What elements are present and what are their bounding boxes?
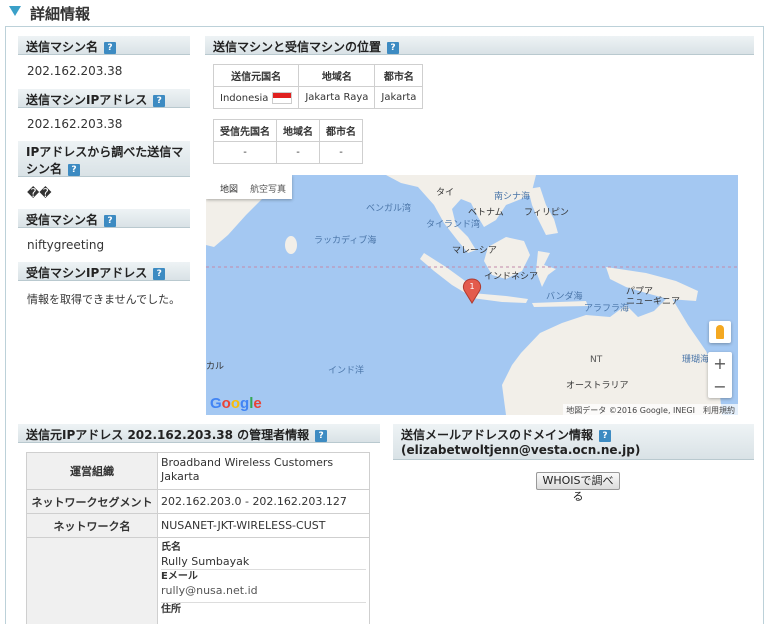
admin-header: 送信元IPアドレス 202.162.203.38 の管理者情報? — [18, 424, 380, 443]
map-label-papua: パプア ニューギニア — [626, 287, 681, 307]
zoom-control: + − — [708, 352, 732, 398]
netname-label: ネットワーク名 — [26, 513, 158, 538]
sender-country-header: 送信元国名 — [212, 64, 300, 87]
receiver-country: - — [213, 141, 277, 164]
sender-city-header: 都市名 — [374, 64, 424, 87]
sender-name-value: 202.162.203.38 — [27, 64, 123, 78]
help-icon[interactable]: ? — [68, 163, 81, 176]
help-icon[interactable]: ? — [153, 267, 166, 280]
map-type-tabs: 地図 航空写真 — [206, 175, 292, 199]
map-label-australia: オーストラリア — [566, 381, 629, 391]
receiver-city: - — [319, 141, 363, 164]
org-label: 運営組織 — [26, 452, 158, 490]
receiver-region-header: 地域名 — [276, 119, 320, 142]
help-icon[interactable]: ? — [153, 94, 166, 107]
map-label-coral: 珊瑚海 — [682, 355, 710, 365]
help-icon[interactable]: ? — [104, 41, 117, 54]
org-value: Broadband Wireless Customers Jakarta — [157, 452, 370, 490]
map-label-nt: NT — [590, 355, 603, 365]
map-label-malaysia: マレーシア — [452, 246, 497, 256]
receiver-name-header: 受信マシン名? — [18, 209, 190, 228]
sender-city: Jakarta — [374, 86, 424, 109]
contact-address-label: 住所 — [161, 602, 366, 617]
sender-ip-value: 202.162.203.38 — [27, 117, 123, 131]
map-label-laccadive: ラッカディブ海 — [314, 236, 377, 246]
sender-region-header: 地域名 — [298, 64, 376, 87]
sender-country: Indonesia — [220, 92, 269, 104]
receiver-name-value: niftygreeting — [27, 238, 105, 252]
zoom-out-button[interactable]: − — [708, 375, 732, 398]
google-logo: Google — [210, 395, 262, 412]
map-label-gulf-thailand: タイランド湾 — [426, 220, 481, 230]
map-label-bengal: ベンガル湾 — [366, 204, 412, 214]
lookup-name-value: �� — [27, 186, 52, 200]
page-title: 詳細情報 — [30, 5, 91, 23]
collapse-triangle-icon[interactable] — [9, 6, 21, 16]
sender-country-cell: Indonesia — [212, 86, 300, 109]
page-header: 詳細情報 — [0, 0, 769, 26]
help-icon[interactable]: ? — [104, 214, 117, 227]
location-map[interactable]: 1 タイ 南シナ海 ベンガル湾 ベトナム フィリピン タイランド湾 ラッカディブ… — [206, 175, 738, 415]
receiver-ip-header: 受信マシンIPアドレス? — [18, 262, 190, 281]
map-label-banda: バンダ海 — [546, 292, 583, 302]
sender-location-table: 送信元国名 地域名 都市名 Indonesia Jakarta Raya Jak… — [212, 64, 424, 109]
whois-button[interactable]: WHOISで調べる — [536, 472, 620, 503]
domain-address: (elizabetwoltjenn@vesta.ocn.ne.jp) — [401, 443, 641, 457]
receiver-location-table: 受信先国名 地域名 都市名 - - - — [213, 119, 363, 164]
contact-name-value: Rully Sumbayak — [161, 555, 250, 568]
indonesia-flag-icon — [272, 91, 293, 104]
marker-label: 1 — [469, 282, 474, 291]
lookup-name-header: IPアドレスから調べた送信マシン名? — [18, 141, 190, 177]
map-attribution[interactable]: 地図データ ©2016 Google, INEGI 利用規約 — [563, 404, 738, 415]
location-header: 送信マシンと受信マシンの位置? — [205, 36, 754, 55]
domain-header: 送信メールアドレスのドメイン情報? (elizabetwoltjenn@vesta… — [393, 424, 754, 460]
map-label-kal: カル — [206, 362, 225, 372]
help-icon[interactable]: ? — [387, 41, 400, 54]
sender-ip-header: 送信マシンIPアドレス? — [18, 89, 190, 108]
map-label-philippines: フィリピン — [524, 208, 569, 218]
receiver-city-header: 都市名 — [319, 119, 363, 142]
contact-email-label: Eメール — [161, 569, 366, 584]
admin-table: 運営組織 Broadband Wireless Customers Jakarta… — [26, 452, 370, 624]
sender-name-header: 送信マシン名? — [18, 36, 190, 55]
map-label-indonesia: インドネシア — [484, 272, 539, 282]
contact-name-label: 氏名 — [161, 542, 181, 553]
map-label-indian-ocean: インド洋 — [328, 366, 365, 376]
help-icon[interactable]: ? — [315, 429, 328, 442]
contact-value: 氏名 Rully Sumbayak Eメール rully@nusa.net.id… — [157, 537, 370, 624]
segment-value: 202.162.203.0 - 202.162.203.127 — [157, 489, 370, 514]
zoom-in-button[interactable]: + — [708, 352, 732, 375]
map-label-thai: タイ — [436, 188, 455, 198]
receiver-country-header: 受信先国名 — [213, 119, 277, 142]
receiver-region: - — [276, 141, 320, 164]
segment-label: ネットワークセグメント — [26, 489, 158, 514]
map-label-arafura: アラフラ海 — [584, 304, 630, 314]
map-tab[interactable]: 地図 — [220, 182, 238, 195]
help-icon[interactable]: ? — [599, 429, 612, 442]
netname-value: NUSANET-JKT-WIRELESS-CUST — [157, 513, 370, 538]
contact-email-value: rully@nusa.net.id — [161, 584, 258, 597]
sender-region: Jakarta Raya — [298, 86, 376, 109]
contact-label — [26, 537, 158, 624]
receiver-ip-value: 情報を取得できませんでした。 — [27, 293, 181, 306]
satellite-tab[interactable]: 航空写真 — [250, 182, 286, 195]
map-label-south-china-sea: 南シナ海 — [494, 192, 531, 202]
street-view-pegman-icon[interactable] — [709, 321, 731, 343]
